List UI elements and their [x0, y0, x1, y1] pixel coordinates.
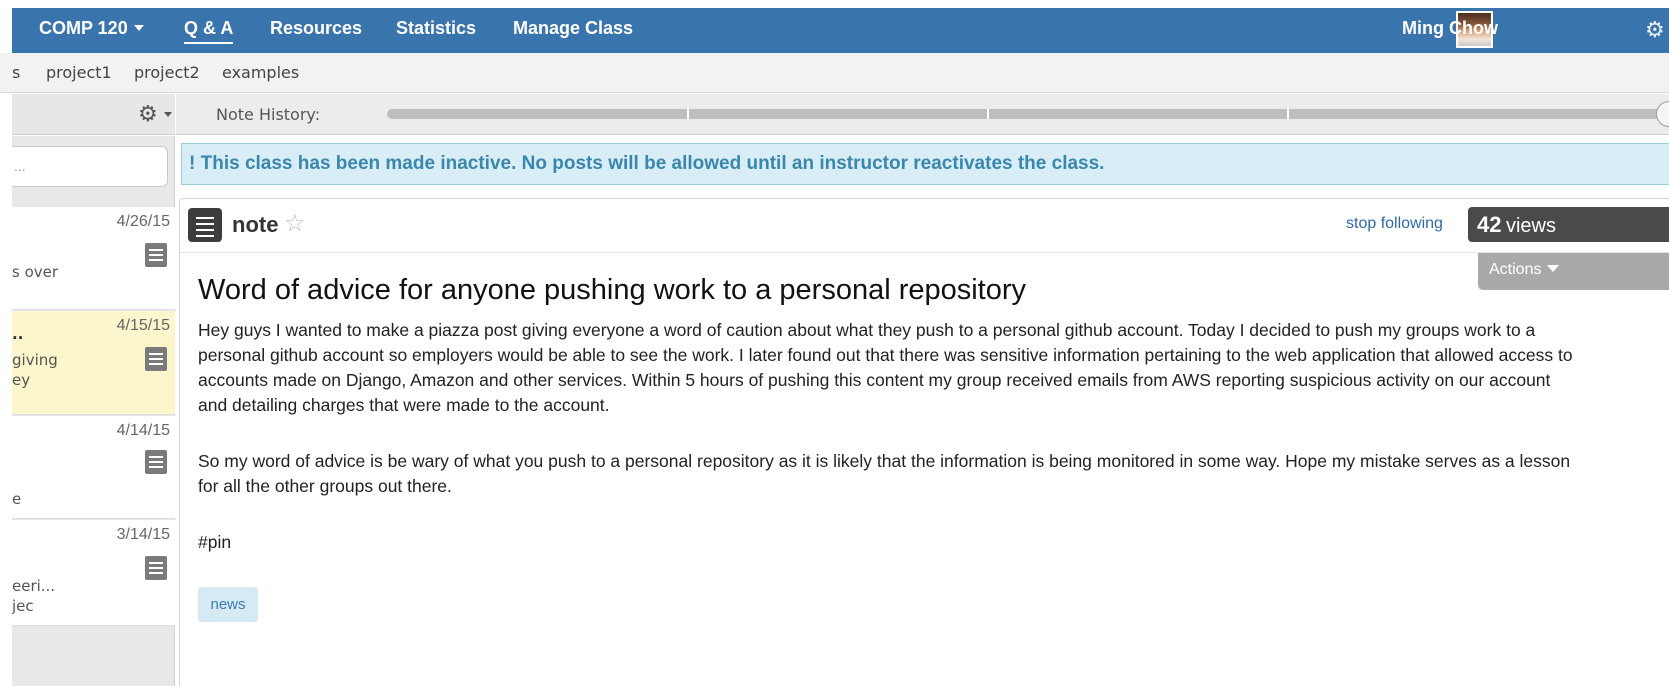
slider-handle[interactable]	[1656, 101, 1669, 127]
user-name[interactable]: Ming Chow	[1402, 8, 1498, 53]
search-input[interactable]: ...	[12, 146, 168, 187]
feed-date: 4/14/15	[116, 422, 170, 439]
tab-qa[interactable]: Q & A	[184, 8, 234, 53]
tab-qa-label: Q & A	[184, 18, 234, 38]
gear-icon[interactable]: ⚙	[1645, 8, 1669, 53]
folder-project2[interactable]: project2	[134, 53, 200, 93]
actions-label: Actions	[1489, 261, 1542, 278]
feed-snippet: jec	[12, 597, 34, 615]
post-hashtag: #pin	[198, 532, 232, 552]
post-body: Hey guys I wanted to make a piazza post …	[198, 318, 1578, 586]
feed-snippet: s over	[12, 263, 59, 281]
tab-manage-class[interactable]: Manage Class	[513, 8, 633, 53]
feed-snippet: eeri...	[12, 577, 56, 595]
views-count: 42	[1477, 212, 1502, 237]
main-content: ! This class has been made inactive. No …	[176, 136, 1669, 686]
note-icon	[188, 208, 222, 242]
feed-snippet: e	[12, 490, 22, 508]
note-history-slider[interactable]	[387, 101, 1669, 127]
post-card: note ☆ stop following 42 views Actions W…	[179, 198, 1669, 686]
post-paragraph: Hey guys I wanted to make a piazza post …	[198, 320, 1573, 415]
course-dropdown[interactable]: COMP 120	[39, 8, 144, 53]
feed-snippet: giving	[12, 351, 58, 369]
slider-tick	[1287, 109, 1289, 119]
folder-project1[interactable]: project1	[46, 53, 112, 93]
views-label: views	[1505, 215, 1556, 237]
active-tab-underline	[184, 42, 234, 44]
star-icon[interactable]: ☆	[284, 210, 306, 238]
post-paragraph: So my word of advice is be wary of what …	[198, 451, 1571, 496]
chevron-down-icon[interactable]	[164, 112, 172, 117]
folder-item[interactable]: s	[12, 53, 20, 93]
feed-title: ..	[12, 325, 24, 343]
slider-tick	[987, 109, 989, 119]
tab-resources[interactable]: Resources	[270, 8, 362, 53]
feed-date: 4/15/15	[116, 317, 170, 334]
gear-icon[interactable]: ⚙	[138, 101, 158, 127]
course-label: COMP 120	[39, 18, 128, 38]
feed-snippet: ey	[12, 371, 31, 389]
tab-statistics[interactable]: Statistics	[396, 8, 476, 53]
feed-item-selected[interactable]: .. 4/15/15 giving ey	[12, 311, 175, 415]
feed-item[interactable]: 3/14/15 eeri... jec	[12, 520, 175, 626]
note-history-bar: Note History:	[176, 94, 1669, 135]
slider-tick	[687, 109, 689, 119]
feed-item[interactable]: 4/26/15 s over	[12, 207, 175, 310]
views-badge: 42 views	[1468, 207, 1669, 242]
note-icon	[145, 450, 167, 474]
note-icon	[145, 243, 167, 267]
top-nav-bar: COMP 120 Q & A Resources Statistics Mana…	[12, 8, 1669, 53]
feed-item[interactable]: 4/14/15 e	[12, 416, 175, 519]
post-title: Word of advice for anyone pushing work t…	[198, 274, 1027, 306]
post-header: note ☆ stop following 42 views	[180, 199, 1669, 253]
note-icon	[145, 556, 167, 580]
note-icon	[145, 347, 167, 371]
stop-following-link[interactable]: stop following	[1346, 199, 1443, 249]
feed-toolbar: ⚙	[12, 94, 175, 135]
tag-news[interactable]: news	[198, 587, 258, 622]
actions-dropdown[interactable]: Actions	[1478, 253, 1669, 290]
chevron-down-icon	[133, 25, 144, 31]
note-history-label: Note History:	[216, 105, 321, 124]
feed-date: 4/26/15	[116, 213, 170, 230]
folder-bar: s project1 project2 examples	[0, 53, 1669, 93]
folder-examples[interactable]: examples	[222, 53, 299, 93]
inactive-class-alert: ! This class has been made inactive. No …	[181, 143, 1669, 185]
chevron-down-icon	[1547, 265, 1560, 272]
feed-date: 3/14/15	[116, 526, 170, 543]
post-type-label: note	[232, 212, 279, 237]
feed-column: ... 4/26/15 s over .. 4/15/15 giving ey …	[12, 136, 175, 686]
